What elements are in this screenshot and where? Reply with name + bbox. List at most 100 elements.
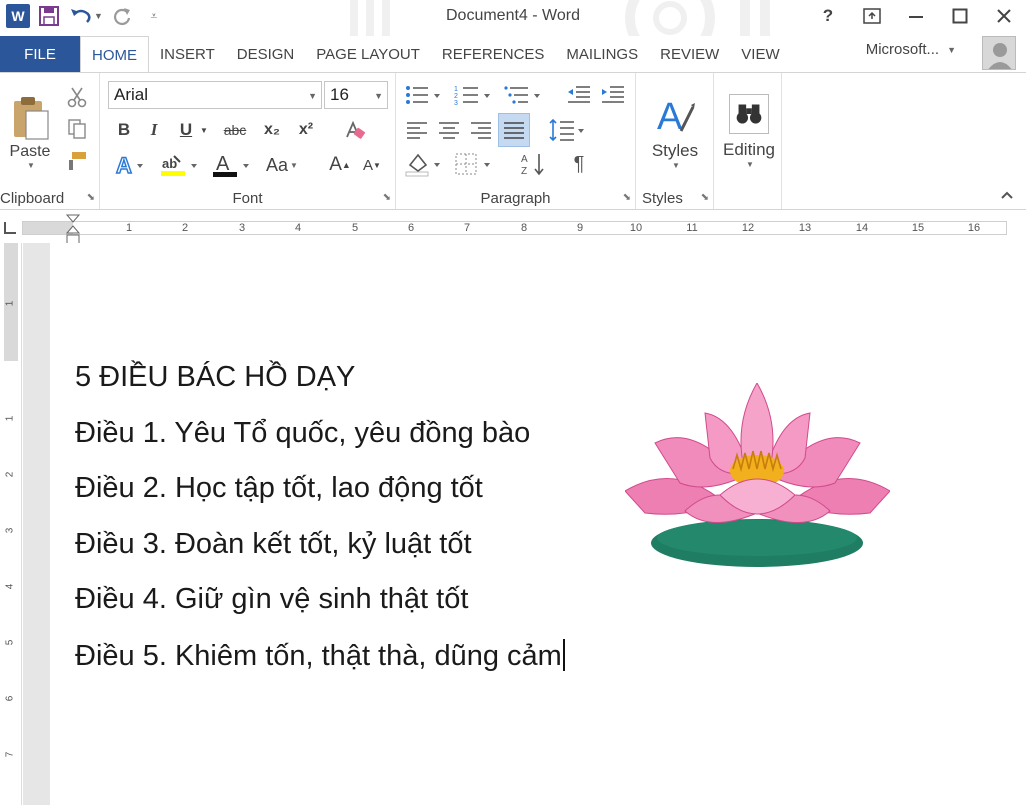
ruler-number: 1 <box>125 222 133 234</box>
undo-dropdown-icon[interactable]: ▼ <box>94 11 103 21</box>
close-icon[interactable] <box>982 0 1026 32</box>
svg-text:A: A <box>657 96 683 137</box>
sort-icon[interactable]: AZ <box>518 149 548 179</box>
tab-review[interactable]: REVIEW <box>649 36 730 72</box>
italic-button[interactable]: I <box>142 117 166 143</box>
document-heading[interactable]: 5 ĐIỀU BÁC HỒ DẠY <box>75 361 355 394</box>
font-group-label: Font <box>232 190 263 207</box>
subscript-button[interactable]: x₂ <box>258 117 286 143</box>
strikethrough-button[interactable]: abc <box>218 117 252 143</box>
ruler-number: 13 <box>798 222 812 234</box>
shrink-font-button[interactable]: A ▼ <box>358 151 386 179</box>
font-name-dropdown-icon: ▼ <box>308 91 317 101</box>
paste-button[interactable]: Paste ▼ <box>4 83 56 181</box>
align-right-icon[interactable] <box>466 115 496 145</box>
font-name-combo[interactable]: Arial ▼ <box>108 81 322 109</box>
bullets-icon[interactable] <box>402 81 446 109</box>
avatar[interactable] <box>982 36 1016 70</box>
svg-text:A: A <box>216 153 230 175</box>
minimize-icon[interactable] <box>894 0 938 32</box>
horizontal-ruler[interactable]: 1 2 3 4 5 6 7 8 9 10 11 12 13 14 15 16 <box>0 215 1026 243</box>
maximize-icon[interactable] <box>938 0 982 32</box>
underline-button[interactable]: U <box>174 117 198 143</box>
account-name: Microsoft... <box>865 41 940 58</box>
ruler-number: 7 <box>463 222 471 234</box>
grow-font-button[interactable]: A ▲ <box>326 151 354 179</box>
vertical-ruler-number: 7 <box>4 751 16 758</box>
styles-dialog-launcher-icon[interactable]: ⬊ <box>701 192 709 203</box>
help-button[interactable]: ? <box>806 0 850 32</box>
borders-icon[interactable] <box>452 149 496 179</box>
tab-page-layout[interactable]: PAGE LAYOUT <box>305 36 431 72</box>
redo-icon[interactable] <box>109 4 135 28</box>
tab-file[interactable]: FILE <box>0 36 80 72</box>
superscript-button[interactable]: x² <box>292 117 320 143</box>
shrink-font-label: A <box>363 156 374 174</box>
tab-design[interactable]: DESIGN <box>226 36 306 72</box>
text-effects-icon[interactable]: A <box>112 151 146 179</box>
title-bar: W ▼ ⩡ Document4 - Word ? <box>0 0 1026 36</box>
tab-view[interactable]: VIEW <box>730 36 790 72</box>
tab-home[interactable]: HOME <box>80 36 149 73</box>
ruler-number: 3 <box>238 222 246 234</box>
collapse-ribbon-icon[interactable] <box>1000 187 1014 203</box>
line-spacing-icon[interactable] <box>546 115 590 145</box>
font-color-icon[interactable]: A <box>210 151 254 179</box>
cut-icon[interactable] <box>62 83 92 111</box>
change-case-label: Aa <box>266 154 289 175</box>
document-line[interactable]: Điều 5. Khiêm tốn, thật thà, dũng cảm <box>75 639 565 673</box>
clipboard-dialog-launcher-icon[interactable]: ⬊ <box>87 192 95 203</box>
document-line[interactable]: Điều 4. Giữ gìn vệ sinh thật tốt <box>75 583 468 616</box>
change-case-button[interactable]: Aa ▼ <box>260 151 304 179</box>
styles-label: Styles <box>651 140 699 160</box>
title-decoration <box>350 0 770 36</box>
paragraph-dialog-launcher-icon[interactable]: ⬊ <box>623 192 631 203</box>
vertical-ruler[interactable]: 1 1 2 3 4 5 6 7 <box>0 243 22 805</box>
shading-icon[interactable] <box>402 149 446 179</box>
tab-insert[interactable]: INSERT <box>149 36 226 72</box>
font-size-combo[interactable]: 16 ▼ <box>324 81 388 109</box>
bold-button[interactable]: B <box>112 117 136 143</box>
styles-button[interactable]: A Styles ▼ <box>644 81 706 181</box>
change-case-dropdown-icon: ▼ <box>290 160 298 170</box>
editing-label: Editing <box>723 139 775 159</box>
underline-dropdown-icon[interactable]: ▼ <box>198 117 210 143</box>
decrease-indent-icon[interactable] <box>564 81 594 109</box>
customize-qat-icon[interactable]: ⩡ <box>141 4 167 28</box>
format-painter-icon[interactable] <box>62 147 92 175</box>
account-menu[interactable]: Microsoft... ▼ <box>866 41 956 58</box>
vertical-ruler-number: 2 <box>4 471 16 478</box>
multilevel-list-icon[interactable] <box>502 81 546 109</box>
ruler-bar: 1 2 3 4 5 6 7 8 9 10 11 12 13 14 15 16 <box>22 221 1007 235</box>
copy-icon[interactable] <box>62 115 92 143</box>
save-icon[interactable] <box>36 4 62 28</box>
clear-formatting-icon[interactable] <box>340 117 368 143</box>
document-page[interactable]: 5 ĐIỀU BÁC HỒ DẠY Điều 1. Yêu Tổ quốc, y… <box>50 243 1026 805</box>
grow-font-label: A <box>329 154 342 175</box>
show-formatting-button[interactable]: ¶ <box>564 149 594 179</box>
editing-button[interactable]: Editing ▼ <box>718 81 780 181</box>
document-line[interactable]: Điều 1. Yêu Tổ quốc, yêu đồng bào <box>75 417 530 450</box>
lotus-flower-image[interactable] <box>625 383 890 573</box>
numbering-icon[interactable]: 123 <box>452 81 496 109</box>
text-cursor <box>562 639 565 671</box>
justify-icon[interactable] <box>498 113 530 147</box>
word-app-icon[interactable]: W <box>6 4 30 28</box>
tab-selector-icon[interactable] <box>4 222 16 234</box>
align-center-icon[interactable] <box>434 115 464 145</box>
highlight-color-icon[interactable]: ab <box>158 151 202 179</box>
document-line[interactable]: Điều 2. Học tập tốt, lao động tốt <box>75 472 483 505</box>
ribbon-display-options-icon[interactable] <box>850 0 894 32</box>
tab-mailings[interactable]: MAILINGS <box>555 36 649 72</box>
undo-icon[interactable] <box>68 4 94 28</box>
svg-text:Z: Z <box>521 166 527 177</box>
svg-text:A: A <box>521 154 528 165</box>
document-line[interactable]: Điều 3. Đoàn kết tốt, kỷ luật tốt <box>75 528 472 561</box>
font-dialog-launcher-icon[interactable]: ⬊ <box>383 192 391 203</box>
align-left-icon[interactable] <box>402 115 432 145</box>
tab-references[interactable]: REFERENCES <box>431 36 556 72</box>
svg-text:3: 3 <box>454 100 458 107</box>
ruler-number: 6 <box>407 222 415 234</box>
ruler-number: 8 <box>520 222 528 234</box>
increase-indent-icon[interactable] <box>598 81 628 109</box>
